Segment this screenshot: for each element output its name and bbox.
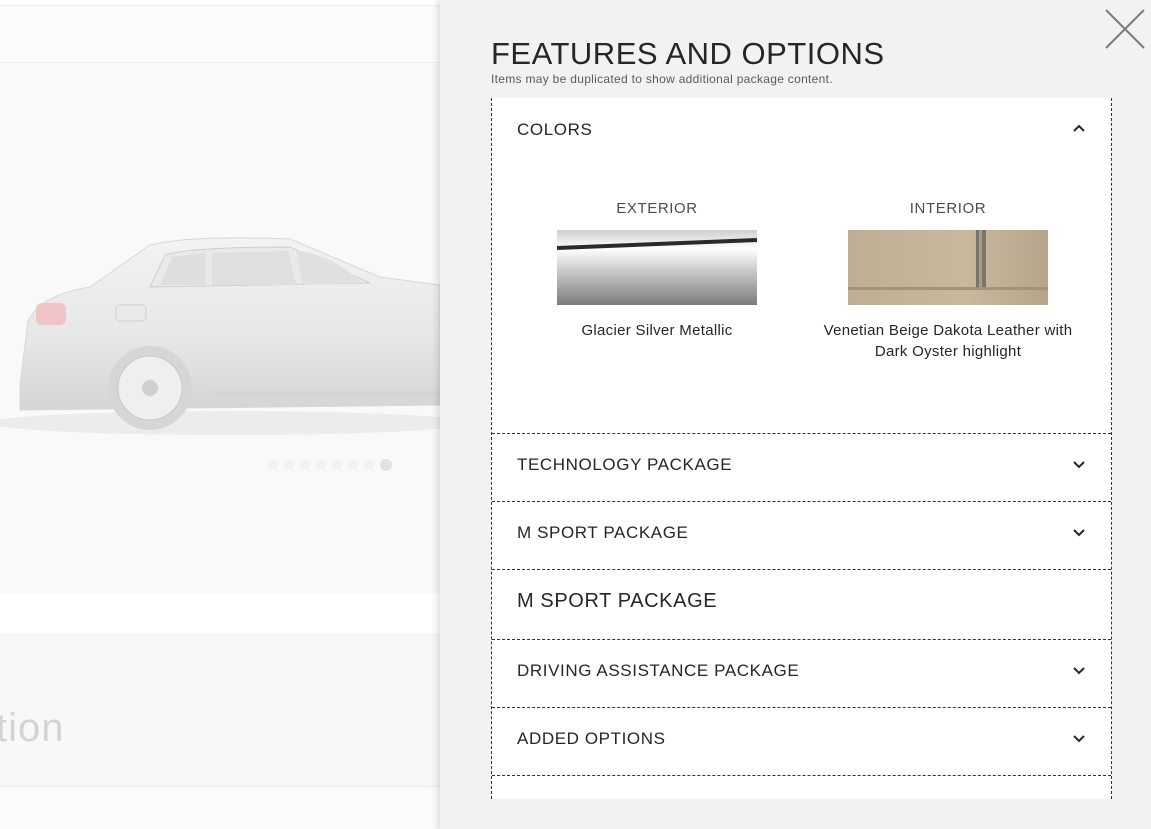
vehicle-hero bbox=[0, 63, 440, 593]
chevron-down-icon[interactable] bbox=[1072, 734, 1086, 744]
driving-assistance-section[interactable]: DRIVING ASSISTANCE PACKAGE bbox=[492, 640, 1111, 708]
close-icon[interactable] bbox=[1103, 7, 1147, 51]
exterior-color: EXTERIOR Glacier Silver Metallic bbox=[527, 200, 787, 341]
technology-package-section[interactable]: TECHNOLOGY PACKAGE bbox=[492, 434, 1111, 502]
carousel-dot[interactable] bbox=[316, 460, 326, 470]
exterior-name: Glacier Silver Metallic bbox=[581, 322, 733, 339]
section-label: ADDED OPTIONS bbox=[517, 729, 666, 748]
carousel-dot[interactable] bbox=[268, 460, 278, 470]
carousel-dot[interactable] bbox=[332, 460, 342, 470]
interior-swatch bbox=[848, 230, 1048, 305]
chevron-down-icon[interactable] bbox=[1072, 460, 1086, 470]
carousel-dot[interactable] bbox=[284, 460, 294, 470]
section-label: TECHNOLOGY PACKAGE bbox=[517, 455, 733, 474]
panel-title: FEATURES AND OPTIONS bbox=[491, 36, 885, 71]
interior-label: INTERIOR bbox=[909, 200, 987, 217]
m-sport-package-heading: M SPORT PACKAGE bbox=[492, 570, 1111, 640]
chevron-up-icon[interactable] bbox=[1072, 123, 1086, 133]
chevron-down-icon[interactable] bbox=[1072, 666, 1086, 676]
colors-header[interactable]: COLORS bbox=[517, 120, 592, 140]
interior-color: INTERIOR Venetian Beige Dakota Leather w… bbox=[818, 200, 1078, 362]
section-label: M SPORT PACKAGE bbox=[517, 590, 718, 612]
exterior-swatch bbox=[557, 230, 757, 305]
carousel-dot[interactable] bbox=[364, 460, 374, 470]
carousel-dots bbox=[268, 459, 392, 471]
colors-section: COLORS EXTERIOR Glacier Silver Metallic … bbox=[492, 98, 1111, 434]
interior-name: Venetian Beige Dakota Leather with Dark … bbox=[823, 322, 1073, 360]
carousel-dot[interactable] bbox=[300, 460, 310, 470]
background-strip bbox=[0, 593, 440, 633]
partial-heading: tion bbox=[0, 706, 65, 750]
car-image bbox=[0, 237, 440, 435]
carousel-dot[interactable] bbox=[380, 459, 392, 471]
background-header bbox=[0, 0, 440, 6]
carousel-dot[interactable] bbox=[348, 460, 358, 470]
exterior-label: EXTERIOR bbox=[616, 200, 698, 217]
features-panel: FEATURES AND OPTIONS Items may be duplic… bbox=[440, 0, 1151, 829]
next-section bbox=[492, 776, 1111, 799]
chevron-down-icon[interactable] bbox=[1072, 528, 1086, 538]
m-sport-package-section[interactable]: M SPORT PACKAGE bbox=[492, 502, 1111, 570]
background-section: tion bbox=[0, 633, 440, 787]
panel-subtitle: Items may be duplicated to show addition… bbox=[491, 72, 833, 86]
section-label: DRIVING ASSISTANCE PACKAGE bbox=[517, 661, 800, 680]
section-label: M SPORT PACKAGE bbox=[517, 523, 689, 542]
added-options-section[interactable]: ADDED OPTIONS bbox=[492, 708, 1111, 776]
features-list[interactable]: COLORS EXTERIOR Glacier Silver Metallic … bbox=[491, 98, 1112, 799]
